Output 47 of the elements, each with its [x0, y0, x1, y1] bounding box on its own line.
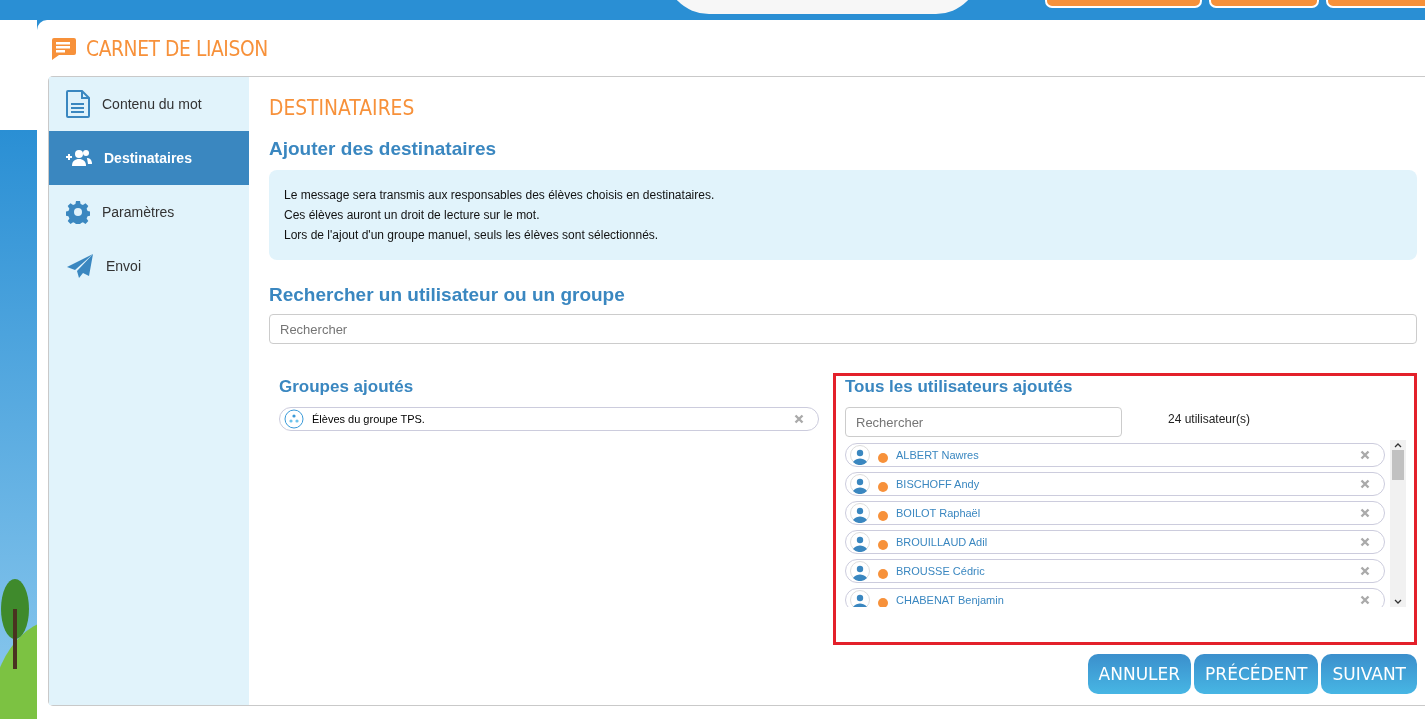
message-icon	[50, 35, 76, 61]
action-button[interactable]: PRÉCÉDENT	[1194, 654, 1319, 694]
section-heading: Tous les utilisateurs ajoutés	[845, 377, 1074, 398]
page-title: DESTINATAIRES	[269, 95, 415, 120]
scrollbar[interactable]	[1390, 440, 1406, 607]
user-name: ALBERT Nawres	[896, 449, 980, 461]
remove-icon[interactable]	[794, 414, 804, 424]
document-icon	[66, 90, 90, 118]
action-button[interactable]: SUIVANT	[1321, 654, 1417, 694]
info-text: Le message sera transmis aux responsables des élèves choisis en destinataires.	[284, 187, 716, 204]
user-name: BROUILLAUD Adil	[896, 536, 989, 548]
sidebar-item[interactable]: Envoi	[49, 239, 249, 293]
section-heading: Groupes ajoutés	[279, 377, 415, 398]
group-name: Élèves du groupe TPS.	[312, 413, 426, 425]
scrollbar-thumb[interactable]	[1392, 450, 1404, 480]
sidebar-item[interactable]: Paramètres	[49, 185, 249, 239]
user-icon	[850, 445, 870, 465]
user-count: 24 utilisateur(s)	[1168, 412, 1251, 426]
remove-icon[interactable]	[1360, 508, 1370, 518]
user-name: BROUSSE Cédric	[896, 565, 986, 577]
sidebar-item[interactable]: Destinataires	[49, 131, 249, 185]
user-name: BOILOT Raphaël	[896, 507, 982, 519]
user-icon	[850, 474, 870, 494]
info-text: Ces élèves auront un droit de lecture sur le mot.	[284, 207, 541, 224]
user-icon	[850, 532, 870, 552]
remove-icon[interactable]	[1360, 537, 1370, 547]
user-icon	[850, 503, 870, 523]
user-icon	[850, 590, 870, 607]
paper-plane-icon	[66, 253, 94, 279]
remove-icon[interactable]	[1360, 595, 1370, 605]
remove-icon[interactable]	[1360, 479, 1370, 489]
search-field[interactable]: Rechercher	[845, 407, 1122, 437]
group-icon	[284, 409, 304, 429]
search-field[interactable]: Rechercher	[269, 314, 1417, 344]
settings-icon	[66, 200, 90, 224]
section-heading: Rechercher un utilisateur ou un groupe	[269, 284, 626, 306]
remove-icon[interactable]	[1360, 566, 1370, 576]
user-icon	[850, 561, 870, 581]
add-people-icon	[66, 149, 92, 167]
section-heading: Ajouter des destinataires	[269, 138, 498, 160]
remove-icon[interactable]	[1360, 450, 1370, 460]
sidebar-item[interactable]: Contenu du mot	[49, 77, 249, 131]
user-name: CHABENAT Benjamin	[896, 594, 1005, 606]
user-name: BISCHOFF Andy	[896, 478, 981, 490]
info-text: Lors de l'ajout d'un groupe manuel, seuls les élèves sont sélectionnés.	[284, 227, 660, 244]
action-button[interactable]: ANNULER	[1087, 654, 1192, 694]
app-title: CARNET DE LIAISON	[86, 35, 268, 61]
